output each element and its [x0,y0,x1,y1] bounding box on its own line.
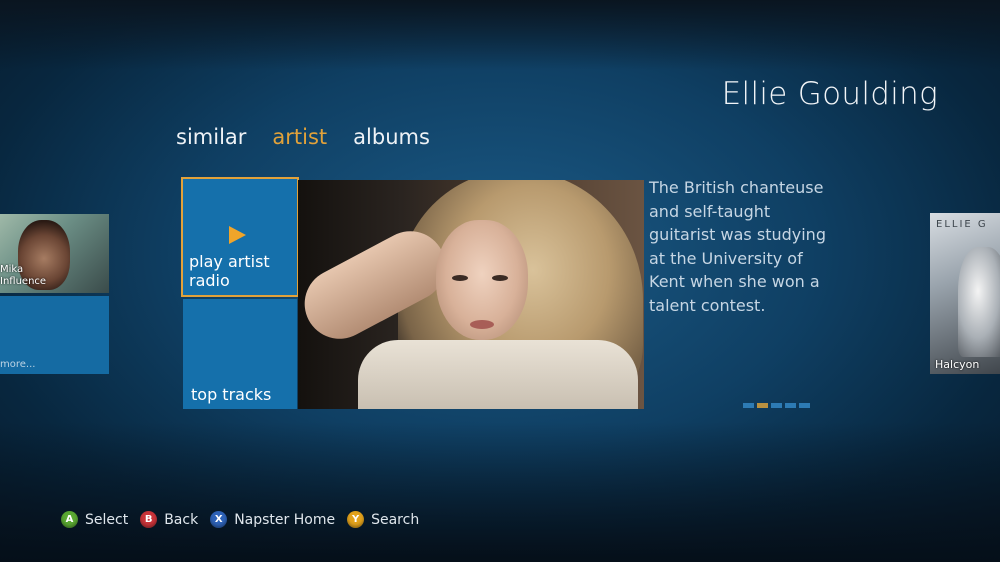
more-tile[interactable]: more... [0,296,109,374]
page-dot [743,403,754,408]
controller-hints: A Select B Back X Napster Home Y Search [61,511,431,528]
napster-home-hint[interactable]: X Napster Home [210,511,335,528]
page-dot [771,403,782,408]
more-label: more... [0,359,36,370]
play-icon [229,226,246,244]
album-brand: ELLIE G [936,219,988,230]
a-button-icon: A [61,511,78,528]
x-button-icon: X [210,511,228,528]
page-indicator [743,403,810,408]
play-artist-radio-label: play artist radio [189,252,270,290]
napster-home-label: Napster Home [234,511,336,528]
search-label: Search [371,511,420,528]
page-dot-current [757,403,768,408]
artist-bio: The British chanteuse and self-taught gu… [649,178,826,315]
similar-artist-art: Mika Influence [0,214,109,293]
b-button-icon: B [140,511,158,528]
pivot-similar[interactable]: similar [176,125,246,149]
album-title: Halcyon [935,358,980,371]
similar-artist-subtitle: Influence [0,276,47,287]
photo-eye-left [452,275,468,281]
photo-mouth [470,320,494,329]
similar-artist-label: Mika Influence [0,264,46,288]
back-hint[interactable]: B Back [140,511,198,528]
album-card-halcyon[interactable]: ELLIE G Halcyon [930,213,1000,374]
top-vignette [0,0,1000,70]
page-dot [799,403,810,408]
album-art [958,247,1000,357]
back-label: Back [164,511,199,528]
pivot-albums[interactable]: albums [353,125,430,149]
photo-shirt [358,340,638,409]
page-title: Ellie Goulding [721,76,938,112]
similar-artist-name: Mika [0,264,24,275]
select-label: Select [85,511,129,528]
pivot-artist[interactable]: artist [272,125,327,149]
select-hint[interactable]: A Select [61,511,128,528]
y-button-icon: Y [347,511,365,528]
top-tracks-tile[interactable]: top tracks [183,299,297,409]
pivot-nav: similar artist albums [176,125,430,149]
similar-artist-card[interactable]: Mika Influence more... [0,214,109,374]
artist-photo [298,180,644,409]
top-tracks-label: top tracks [191,385,272,404]
photo-eye-right [492,275,508,281]
page-dot [785,403,796,408]
play-artist-radio-tile[interactable]: play artist radio [181,177,299,297]
bottom-vignette [0,422,1000,562]
search-hint[interactable]: Y Search [347,511,419,528]
